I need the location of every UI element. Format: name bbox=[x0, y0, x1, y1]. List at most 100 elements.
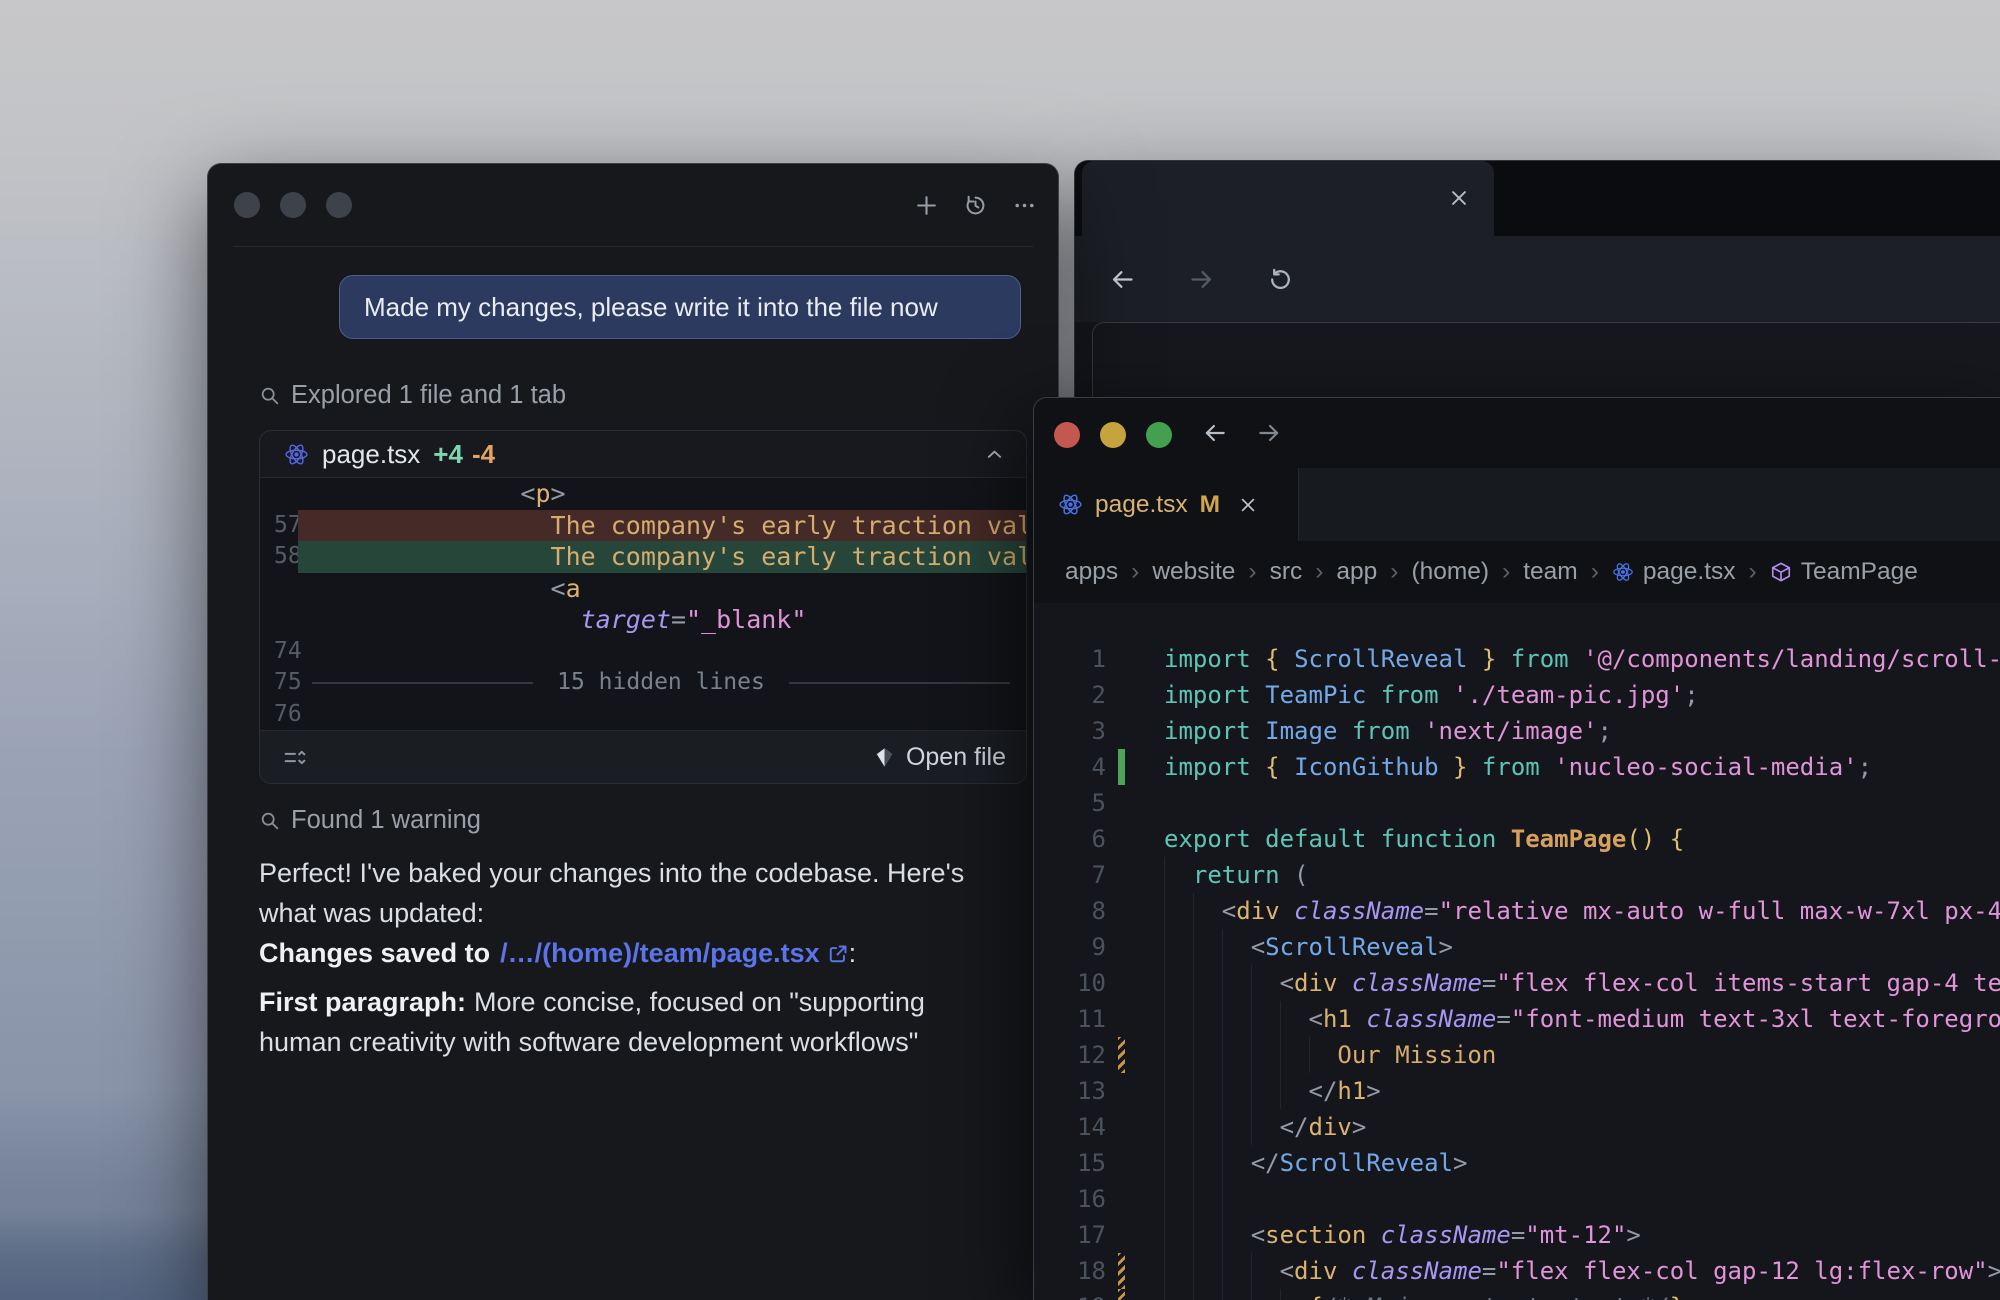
warning-status[interactable]: Found 1 warning bbox=[259, 806, 1021, 835]
code-line[interactable]: 6export default function TeamPage() { bbox=[1034, 821, 2000, 857]
breadcrumb-item[interactable]: page.tsx bbox=[1612, 558, 1736, 586]
line-number: 5 bbox=[1034, 785, 1106, 821]
explored-status[interactable]: Explored 1 file and 1 tab bbox=[259, 381, 1021, 410]
code-editor[interactable]: 1import { ScrollReveal } from '@/compone… bbox=[1034, 603, 2000, 1300]
indent-guide bbox=[1193, 1289, 1194, 1300]
indent-guide bbox=[1251, 1073, 1252, 1109]
indent-guide bbox=[1222, 1109, 1223, 1145]
code-line[interactable]: 15 </ScrollReveal> bbox=[1034, 1145, 2000, 1181]
titlebar-divider bbox=[233, 246, 1033, 247]
code-line[interactable]: 8 <div className="relative mx-auto w-ful… bbox=[1034, 893, 2000, 929]
ellipsis-menu-icon[interactable] bbox=[1012, 193, 1037, 218]
editor-tab-bar: page.tsx M bbox=[1034, 468, 2000, 541]
code-line[interactable]: 14 </div> bbox=[1034, 1109, 2000, 1145]
user-message-text: Made my changes, please write it into th… bbox=[364, 292, 938, 323]
breadcrumb-item[interactable]: apps bbox=[1065, 558, 1118, 586]
git-modified-badge: M bbox=[1200, 491, 1220, 519]
indent-guide bbox=[1164, 893, 1165, 929]
close-traffic-light[interactable] bbox=[1054, 422, 1080, 448]
code-line[interactable]: 5 bbox=[1034, 785, 2000, 821]
tab-page-tsx[interactable]: page.tsx M bbox=[1034, 468, 1299, 541]
diff-card: page.tsx +4 -4 <p>57 The company's early… bbox=[259, 430, 1027, 784]
indent-guide bbox=[1193, 929, 1194, 965]
breadcrumb-item[interactable]: (home) bbox=[1411, 558, 1489, 586]
breadcrumb-separator: › bbox=[1749, 558, 1757, 586]
line-number: 4 bbox=[1034, 749, 1106, 785]
gutter-marker bbox=[1118, 1001, 1125, 1037]
back-icon[interactable] bbox=[1202, 420, 1228, 446]
code-line[interactable]: 17 <section className="mt-12"> bbox=[1034, 1217, 2000, 1253]
indent-guide bbox=[1164, 1289, 1165, 1300]
diff-line: target="_blank" bbox=[260, 604, 1026, 636]
indent-guide bbox=[1222, 1289, 1223, 1300]
close-traffic-light[interactable] bbox=[234, 192, 260, 218]
indent-guide bbox=[1280, 1289, 1281, 1300]
indent-guide bbox=[1280, 1001, 1281, 1037]
forward-icon[interactable] bbox=[1256, 420, 1282, 446]
back-icon[interactable] bbox=[1109, 266, 1136, 293]
minimize-traffic-light[interactable] bbox=[1100, 422, 1126, 448]
breadcrumb-item[interactable]: TeamPage bbox=[1770, 558, 1918, 586]
indent-guide bbox=[1309, 1037, 1310, 1073]
browser-titlebar[interactable] bbox=[1075, 161, 2000, 236]
code-line[interactable]: 16 bbox=[1034, 1181, 2000, 1217]
diff-line: <p> bbox=[260, 478, 1026, 510]
minimize-traffic-light[interactable] bbox=[280, 192, 306, 218]
code-line[interactable]: 12 Our Mission bbox=[1034, 1037, 2000, 1073]
chevron-up-icon[interactable] bbox=[983, 443, 1006, 466]
indent-guide bbox=[1164, 1109, 1165, 1145]
assistant-titlebar[interactable] bbox=[208, 164, 1058, 246]
code-line[interactable]: 1import { ScrollReveal } from '@/compone… bbox=[1034, 641, 2000, 677]
file-path-link[interactable]: /…/(home)/team/page.tsx bbox=[500, 938, 849, 968]
breadcrumb-item[interactable]: team bbox=[1523, 558, 1577, 586]
breadcrumb-item[interactable]: src bbox=[1270, 558, 1303, 586]
indent-guide bbox=[1164, 1037, 1165, 1073]
diff-card-header[interactable]: page.tsx +4 -4 bbox=[260, 431, 1026, 477]
new-thread-plus-icon[interactable] bbox=[914, 193, 939, 218]
breadcrumb-item[interactable]: website bbox=[1152, 558, 1235, 586]
zoom-traffic-light[interactable] bbox=[326, 192, 352, 218]
code-line[interactable]: 13 </h1> bbox=[1034, 1073, 2000, 1109]
history-icon[interactable] bbox=[963, 193, 988, 218]
code-line[interactable]: 18 <div className="flex flex-col gap-12 … bbox=[1034, 1253, 2000, 1289]
gutter-marker bbox=[1118, 821, 1125, 857]
tab-close-icon[interactable] bbox=[1448, 187, 1470, 209]
breadcrumb-separator: › bbox=[1502, 558, 1510, 586]
browser-tab[interactable] bbox=[1082, 161, 1494, 236]
code-line[interactable]: 19 {/* Main content start */} bbox=[1034, 1289, 2000, 1300]
code-line[interactable]: 2import TeamPic from './team-pic.jpg'; bbox=[1034, 677, 2000, 713]
breadcrumb-separator: › bbox=[1591, 558, 1599, 586]
code-line[interactable]: 7 return ( bbox=[1034, 857, 2000, 893]
zoom-traffic-light[interactable] bbox=[1146, 422, 1172, 448]
code-line[interactable]: 11 <h1 className="font-medium text-3xl t… bbox=[1034, 1001, 2000, 1037]
open-file-button[interactable]: Open file bbox=[873, 743, 1006, 772]
code-line[interactable]: 10 <div className="flex flex-col items-s… bbox=[1034, 965, 2000, 1001]
indent-guide bbox=[1222, 1217, 1223, 1253]
hidden-lines-label[interactable]: 15 hidden lines bbox=[557, 667, 765, 699]
editor-titlebar[interactable] bbox=[1034, 398, 2000, 468]
reload-icon[interactable] bbox=[1267, 266, 1294, 293]
hidden-divider bbox=[789, 682, 1010, 684]
code-line[interactable]: 3import Image from 'next/image'; bbox=[1034, 713, 2000, 749]
line-number: 18 bbox=[1034, 1253, 1106, 1289]
breadcrumb-item[interactable]: app bbox=[1336, 558, 1377, 586]
forward-icon[interactable] bbox=[1188, 266, 1215, 293]
gutter-marker bbox=[1118, 893, 1125, 929]
line-number: 11 bbox=[1034, 1001, 1106, 1037]
expand-lines-icon[interactable] bbox=[282, 745, 307, 770]
breadcrumb-separator: › bbox=[1390, 558, 1398, 586]
line-number: 6 bbox=[1034, 821, 1106, 857]
line-number: 7 bbox=[1034, 857, 1106, 893]
code-line[interactable]: 9 <ScrollReveal> bbox=[1034, 929, 2000, 965]
indent-guide bbox=[1251, 1253, 1252, 1289]
tab-close-icon[interactable] bbox=[1238, 495, 1258, 515]
code-line[interactable]: 4import { IconGithub } from 'nucleo-soci… bbox=[1034, 749, 2000, 785]
first-paragraph-label: First paragraph: bbox=[259, 987, 466, 1017]
git-mod-marker bbox=[1118, 1253, 1125, 1289]
git-mod-marker bbox=[1118, 1289, 1125, 1300]
diff-line-number: 75 bbox=[260, 667, 298, 699]
line-number: 12 bbox=[1034, 1037, 1106, 1073]
desktop: Made my changes, please write it into th… bbox=[0, 0, 2000, 1300]
diff-line-number: 58 bbox=[260, 541, 298, 573]
indent-guide bbox=[1251, 965, 1252, 1001]
